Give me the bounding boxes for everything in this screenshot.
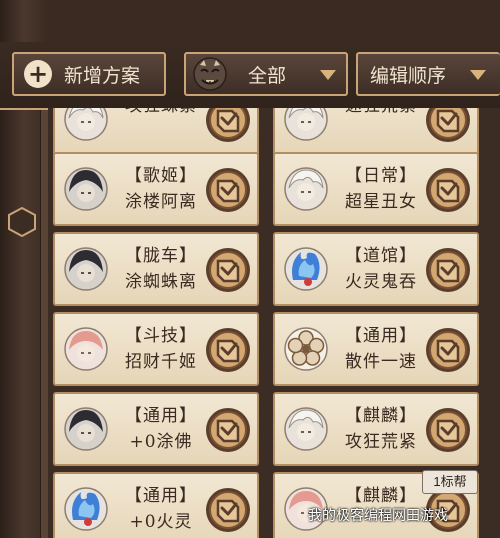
shikigami-avatar [284,247,328,291]
apply-plan-icon[interactable] [205,247,251,293]
shikigami-avatar [284,108,328,141]
plan-card-name: 涂楼阿离 [125,192,197,212]
plan-card-name: 超星丑女 [345,192,417,212]
plan-card-tag: 【歌姬】 [125,166,197,186]
chevron-down-icon [470,70,486,80]
plan-card[interactable]: 【日常】 超星丑女 [273,152,479,226]
top-toolbar: + 新增方案 全部 编辑顺序 [0,42,500,110]
hexagon-icon[interactable] [8,207,36,237]
plan-card-tag: 【日常】 [345,166,417,186]
plan-card[interactable]: 【斗技】 招财千姬 [53,312,259,386]
plan-card[interactable]: 【道馆】 火灵鬼吞 [273,232,479,306]
plan-card-name: +0涂佛 [129,432,193,452]
plan-card-text: 【通用】 +0火灵 [113,483,209,535]
plan-card[interactable]: 攻狂蛛紧 [53,108,259,156]
plan-card-name: 速狂荒紧 [333,108,429,119]
plan-card-text: 【道馆】 火灵鬼吞 [333,243,429,295]
plan-card-text: 【歌姬】 涂楼阿离 [113,163,209,215]
add-plan-label: 新增方案 [64,64,141,87]
apply-plan-icon[interactable] [205,108,251,143]
plan-card-tag: 【胧车】 [125,246,197,266]
plan-card-tag: 【通用】 [125,406,197,426]
plan-card-name: 攻狂荒紧 [345,432,417,452]
apply-plan-icon[interactable] [425,108,471,143]
plan-card[interactable]: 【歌姬】 涂楼阿离 [53,152,259,226]
add-plan-button[interactable]: + 新增方案 [12,52,166,96]
plan-card[interactable]: 【通用】 +0涂佛 [53,392,259,466]
plan-card-name: +0火灵 [129,512,193,532]
apply-plan-icon[interactable] [205,327,251,373]
filter-label: 全部 [248,64,287,87]
plan-card[interactable]: 速狂荒紧 [273,108,479,156]
plan-card-name: 攻狂蛛紧 [113,108,209,119]
shikigami-avatar [284,167,328,211]
apply-plan-icon[interactable] [425,327,471,373]
apply-plan-icon[interactable] [205,167,251,213]
plan-card[interactable]: 【通用】 散件一速 [273,312,479,386]
shikigami-avatar [64,487,108,531]
shikigami-avatar [284,407,328,451]
shikigami-avatar [64,407,108,451]
plan-card-tag: 【道馆】 [345,246,417,266]
shikigami-avatar [284,327,328,371]
plan-card-text: 【日常】 超星丑女 [333,163,429,215]
plan-card-name: 涂蜘蛛离 [125,272,197,292]
shikigami-avatar [64,167,108,211]
oni-mask-icon [193,57,227,91]
plan-card-name: 散件一速 [345,352,417,372]
plan-card-text: 【通用】 散件一速 [333,323,429,375]
plan-card-tag: 【通用】 [345,326,417,346]
plan-card-text: 【胧车】 涂蜘蛛离 [113,243,209,295]
plan-card-name: 火灵鬼吞 [345,272,417,292]
plan-card-text: 【麒麟】 攻狂荒紧 [333,403,429,455]
plan-card-text: 速狂荒紧 [333,108,429,119]
plan-card-tag: 【通用】 [125,486,197,506]
edit-order-dropdown[interactable]: 编辑顺序 [356,52,500,96]
apply-plan-icon[interactable] [425,167,471,213]
shikigami-avatar [64,108,108,141]
plus-icon: + [24,60,52,88]
watermark-text: 我的极客编程网田游戏 [308,507,448,523]
apply-plan-icon[interactable] [425,247,471,293]
tooltip: 1标帮 [422,470,478,494]
apply-plan-icon[interactable] [205,407,251,453]
edit-order-label: 编辑顺序 [370,64,447,87]
plan-card-text: 攻狂蛛紧 [113,108,209,119]
plan-card-text: 【斗技】 招财千姬 [113,323,209,375]
chevron-down-icon [320,70,336,80]
plan-card[interactable]: 【胧车】 涂蜘蛛离 [53,232,259,306]
shikigami-avatar [64,247,108,291]
apply-plan-icon[interactable] [425,407,471,453]
shikigami-avatar [64,327,108,371]
plan-card-tag: 【麒麟】 [345,406,417,426]
filter-dropdown[interactable]: 全部 [184,52,348,96]
plan-card-name: 招财千姬 [125,352,197,372]
apply-plan-icon[interactable] [205,487,251,533]
plan-card[interactable]: 【通用】 +0火灵 [53,472,259,538]
plan-card-tag: 【斗技】 [125,326,197,346]
plan-card[interactable]: 【麒麟】 攻狂荒紧 [273,392,479,466]
plan-card-text: 【通用】 +0涂佛 [113,403,209,455]
